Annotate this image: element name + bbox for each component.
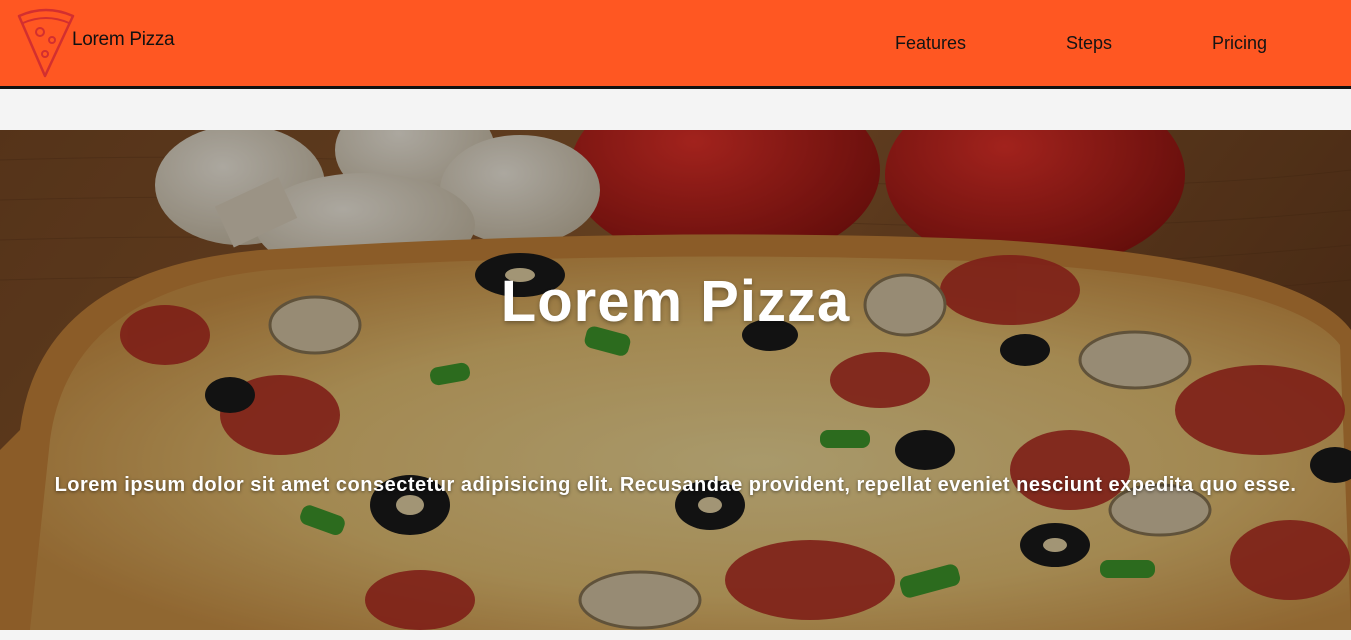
hero-overlay [0,130,1351,630]
pizza-slice-icon [17,8,75,78]
nav-link-features[interactable]: Features [895,33,966,54]
navbar: Lorem Pizza Features Steps Pricing [0,0,1351,89]
brand-name: Lorem Pizza [72,29,175,50]
hero-subtitle: Lorem ipsum dolor sit amet consectetur a… [54,474,1297,496]
brand-logo[interactable]: Lorem Pizza [16,6,175,80]
nav-link-steps[interactable]: Steps [1066,33,1112,54]
nav-link-pricing[interactable]: Pricing [1212,33,1267,54]
hero-title: Lorem Pizza [500,269,851,334]
hero-section: Lorem Pizza Lorem ipsum dolor sit amet c… [0,130,1351,630]
